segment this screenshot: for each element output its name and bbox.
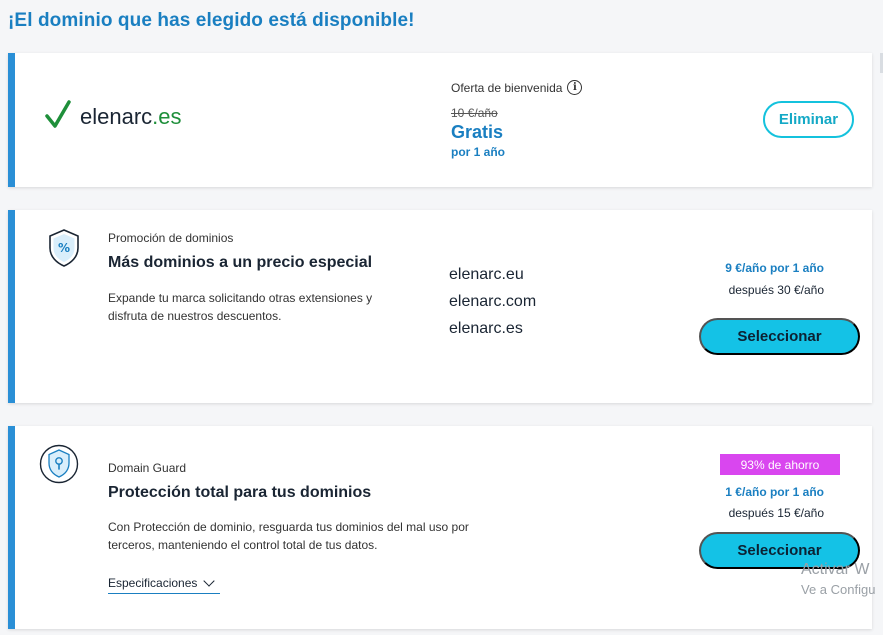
percent-shield-icon: % (49, 229, 79, 267)
guard-after-price: después 15 €/año (728, 506, 824, 520)
specifications-toggle[interactable]: Especificaciones (108, 575, 220, 594)
promo-after-price: después 30 €/año (728, 283, 824, 297)
check-icon (45, 100, 71, 128)
lock-shield-icon (39, 444, 79, 484)
svg-text:%: % (58, 241, 70, 255)
remove-button[interactable]: Eliminar (763, 101, 854, 138)
offer-label: Oferta de bienvenida i (451, 80, 583, 95)
promo-domain-item: elenarc.com (449, 293, 537, 310)
domain-promo-card: % Promoción de dominios Más dominios a u… (8, 210, 872, 403)
old-price: 10 €/año (451, 106, 498, 120)
promo-price: 9 €/año por 1 año (725, 261, 824, 275)
savings-badge: 93% de ahorro (720, 454, 840, 475)
domain-name: elenarc.es (80, 104, 182, 130)
new-price: Gratis (451, 122, 504, 142)
selected-domain-card: elenarc.es Oferta de bienvenida i 10 €/a… (8, 53, 872, 187)
guard-price: 1 €/año por 1 año (725, 485, 824, 499)
promo-domain-item: elenarc.es (449, 320, 523, 337)
promo-domain-item: elenarc.eu (449, 266, 524, 283)
guard-description: Con Protección de dominio, resguarda tus… (108, 520, 469, 552)
page-title: ¡El dominio que has elegido está disponi… (8, 10, 415, 31)
price-period: por 1 año (451, 145, 506, 159)
offer-label-text: Oferta de bienvenida (451, 80, 563, 95)
guard-select-button[interactable]: Seleccionar (699, 532, 860, 569)
guard-heading: Protección total para tus dominios (108, 484, 372, 501)
promo-select-button[interactable]: Seleccionar (699, 318, 860, 355)
promo-description: Expande tu marca solicitando otras exten… (108, 291, 373, 323)
domain-guard-card: Domain Guard Protección total para tus d… (8, 426, 872, 629)
promo-eyebrow: Promoción de dominios (108, 231, 234, 245)
promo-domains-list: elenarc.eu elenarc.com elenarc.es (449, 264, 536, 345)
promo-heading: Más dominios a un precio especial (108, 254, 373, 271)
info-icon[interactable]: i (567, 80, 583, 95)
domain-base: elenarc (80, 104, 153, 129)
specifications-label: Especificaciones (108, 576, 198, 590)
guard-eyebrow: Domain Guard (108, 461, 187, 475)
domain-tld: .es (152, 104, 182, 129)
chevron-down-icon (203, 575, 216, 587)
